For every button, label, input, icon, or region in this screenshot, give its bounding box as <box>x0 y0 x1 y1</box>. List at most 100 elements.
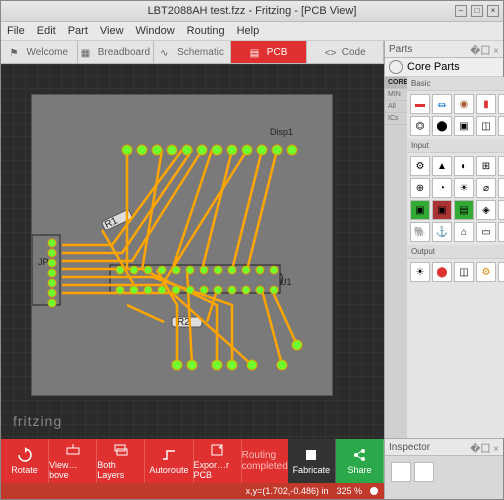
maximize-button[interactable]: □ <box>471 5 483 17</box>
part-item[interactable]: ▭ <box>476 222 496 242</box>
part-item[interactable]: ⏣ <box>410 116 430 136</box>
part-item[interactable]: ⎍ <box>498 94 504 114</box>
flag-icon: ⚑ <box>10 48 22 56</box>
svg-text:R2: R2 <box>177 317 190 328</box>
rotate-button[interactable]: Rotate <box>1 439 49 483</box>
part-item[interactable]: ▲ <box>432 156 452 176</box>
part-item[interactable]: ▮ <box>476 94 496 114</box>
part-item[interactable]: ☀ <box>454 178 474 198</box>
part-item[interactable]: ▣ <box>410 200 430 220</box>
cat-all[interactable]: All <box>385 101 407 113</box>
cat-mine[interactable]: MIN <box>385 89 407 101</box>
part-item[interactable]: ◉ <box>454 94 474 114</box>
schematic-icon: ∿ <box>160 48 172 56</box>
swatch[interactable] <box>391 462 411 482</box>
export-pcb-button[interactable]: Expor…r PCB <box>194 439 242 483</box>
zoom-readout: 325 % <box>336 486 362 496</box>
part-item[interactable]: ◫ <box>454 262 474 282</box>
cat-core[interactable]: CORE <box>385 77 407 89</box>
pcb-icon: ▤ <box>250 48 262 56</box>
brand-watermark: fritzing <box>13 413 62 429</box>
part-item[interactable]: ⊕ <box>410 178 430 198</box>
parts-grid-output: ☀⬤◫⚙▣ <box>407 259 504 438</box>
view-tabs: ⚑Welcome ▦Breadboard ∿Schematic ▤PCB <>C… <box>1 41 384 64</box>
tab-pcb[interactable]: ▤PCB <box>231 41 308 63</box>
share-button[interactable]: Share <box>336 439 384 483</box>
cat-ics[interactable]: ICs <box>385 113 407 125</box>
pcb-canvas[interactable]: Disp1 JP1 U1 R1 R2 <box>1 64 384 439</box>
tab-breadboard[interactable]: ▦Breadboard <box>78 41 155 63</box>
part-item[interactable]: ⌀ <box>476 178 496 198</box>
part-item[interactable]: ⌂ <box>454 222 474 242</box>
part-item[interactable]: ◈ <box>476 200 496 220</box>
parts-grid-input: ⚙▲◐⊞☲ ⊕◔☀⌀◒ ▣▣▤◈⊗ 🐘⚓⌂▭◧ <box>407 153 504 245</box>
part-item[interactable]: ◔ <box>432 178 452 198</box>
status-bar: x,y=(1.702,-0.486) in 325 % <box>1 483 384 499</box>
swatch[interactable] <box>414 462 434 482</box>
menu-edit[interactable]: Edit <box>37 25 56 37</box>
menu-window[interactable]: Window <box>136 25 175 37</box>
menu-file[interactable]: File <box>7 25 25 37</box>
section-input: Input <box>407 139 504 153</box>
window-title: LBT2088AH test.fzz - Fritzing - [PCB Vie… <box>148 5 357 17</box>
part-item[interactable]: ⏛ <box>432 94 452 114</box>
part-item[interactable]: ◫ <box>476 116 496 136</box>
pads-disp <box>122 145 297 155</box>
pads-jp1 <box>48 239 56 307</box>
label-disp: Disp1 <box>270 127 293 137</box>
inspector-close-icon[interactable]: �囗 × <box>470 440 499 455</box>
pcb-board[interactable]: Disp1 JP1 U1 R1 R2 <box>31 94 333 396</box>
part-item[interactable]: ⚙ <box>476 262 496 282</box>
parts-close-icon[interactable]: �囗 × <box>470 42 499 57</box>
tab-code[interactable]: <>Code <box>307 41 384 63</box>
inspector-swatches <box>385 456 503 488</box>
section-basic: Basic <box>407 77 504 91</box>
coords-readout: x,y=(1.702,-0.486) in <box>246 486 329 496</box>
minimize-button[interactable]: – <box>455 5 467 17</box>
part-item[interactable]: ⬤ <box>432 116 452 136</box>
section-output: Output <box>407 245 504 259</box>
bottom-toolbar: Rotate View…bove Both Layers Autoroute E… <box>1 439 384 483</box>
part-item[interactable]: ▤ <box>454 200 474 220</box>
part-item[interactable]: ▣ <box>498 262 504 282</box>
part-item[interactable]: ◐ <box>454 156 474 176</box>
menu-part[interactable]: Part <box>68 25 88 37</box>
code-icon: <> <box>325 48 337 56</box>
close-button[interactable]: × <box>487 5 499 17</box>
tab-schematic[interactable]: ∿Schematic <box>154 41 231 63</box>
breadboard-icon: ▦ <box>81 48 93 56</box>
part-item[interactable]: ⚙ <box>410 156 430 176</box>
title-bar: LBT2088AH test.fzz - Fritzing - [PCB Vie… <box>1 1 503 22</box>
part-item[interactable]: 🐘 <box>410 222 430 242</box>
menu-view[interactable]: View <box>100 25 124 37</box>
part-item[interactable]: ⊞ <box>476 156 496 176</box>
traces <box>62 150 297 365</box>
inspector-panel-header: Inspector�囗 × <box>385 439 503 456</box>
menu-help[interactable]: Help <box>237 25 260 37</box>
fabricate-button[interactable]: Fabricate <box>288 439 336 483</box>
part-item[interactable]: ◒ <box>498 178 504 198</box>
routing-status: Routing completed <box>242 439 288 483</box>
both-layers-button[interactable]: Both Layers <box>97 439 145 483</box>
autoroute-button[interactable]: Autoroute <box>145 439 193 483</box>
view-above-button[interactable]: View…bove <box>49 439 97 483</box>
parts-panel-header: Parts�囗 × <box>385 41 503 58</box>
parts-category-list: CORE MIN All ICs <box>385 77 407 438</box>
zoom-blob-icon[interactable] <box>370 487 378 495</box>
menu-routing[interactable]: Routing <box>187 25 225 37</box>
menu-bar: File Edit Part View Window Routing Help <box>1 22 503 41</box>
parts-grid-basic: ▬⏛◉▮⎍ ⏣⬤▣◫☰ <box>407 91 504 139</box>
part-item[interactable]: ▬ <box>410 94 430 114</box>
part-item[interactable]: ☰ <box>498 116 504 136</box>
part-item[interactable]: ⚓ <box>432 222 452 242</box>
part-item[interactable]: ⊗ <box>498 200 504 220</box>
part-item[interactable]: ▣ <box>454 116 474 136</box>
tab-welcome[interactable]: ⚑Welcome <box>1 41 78 63</box>
part-item[interactable]: ☀ <box>410 262 430 282</box>
parts-bin-picker[interactable]: Core Parts <box>385 58 503 77</box>
part-item[interactable]: ▣ <box>432 200 452 220</box>
part-item[interactable]: ☲ <box>498 156 504 176</box>
part-item[interactable]: ⬤ <box>432 262 452 282</box>
search-icon[interactable] <box>389 60 403 74</box>
part-item[interactable]: ◧ <box>498 222 504 242</box>
